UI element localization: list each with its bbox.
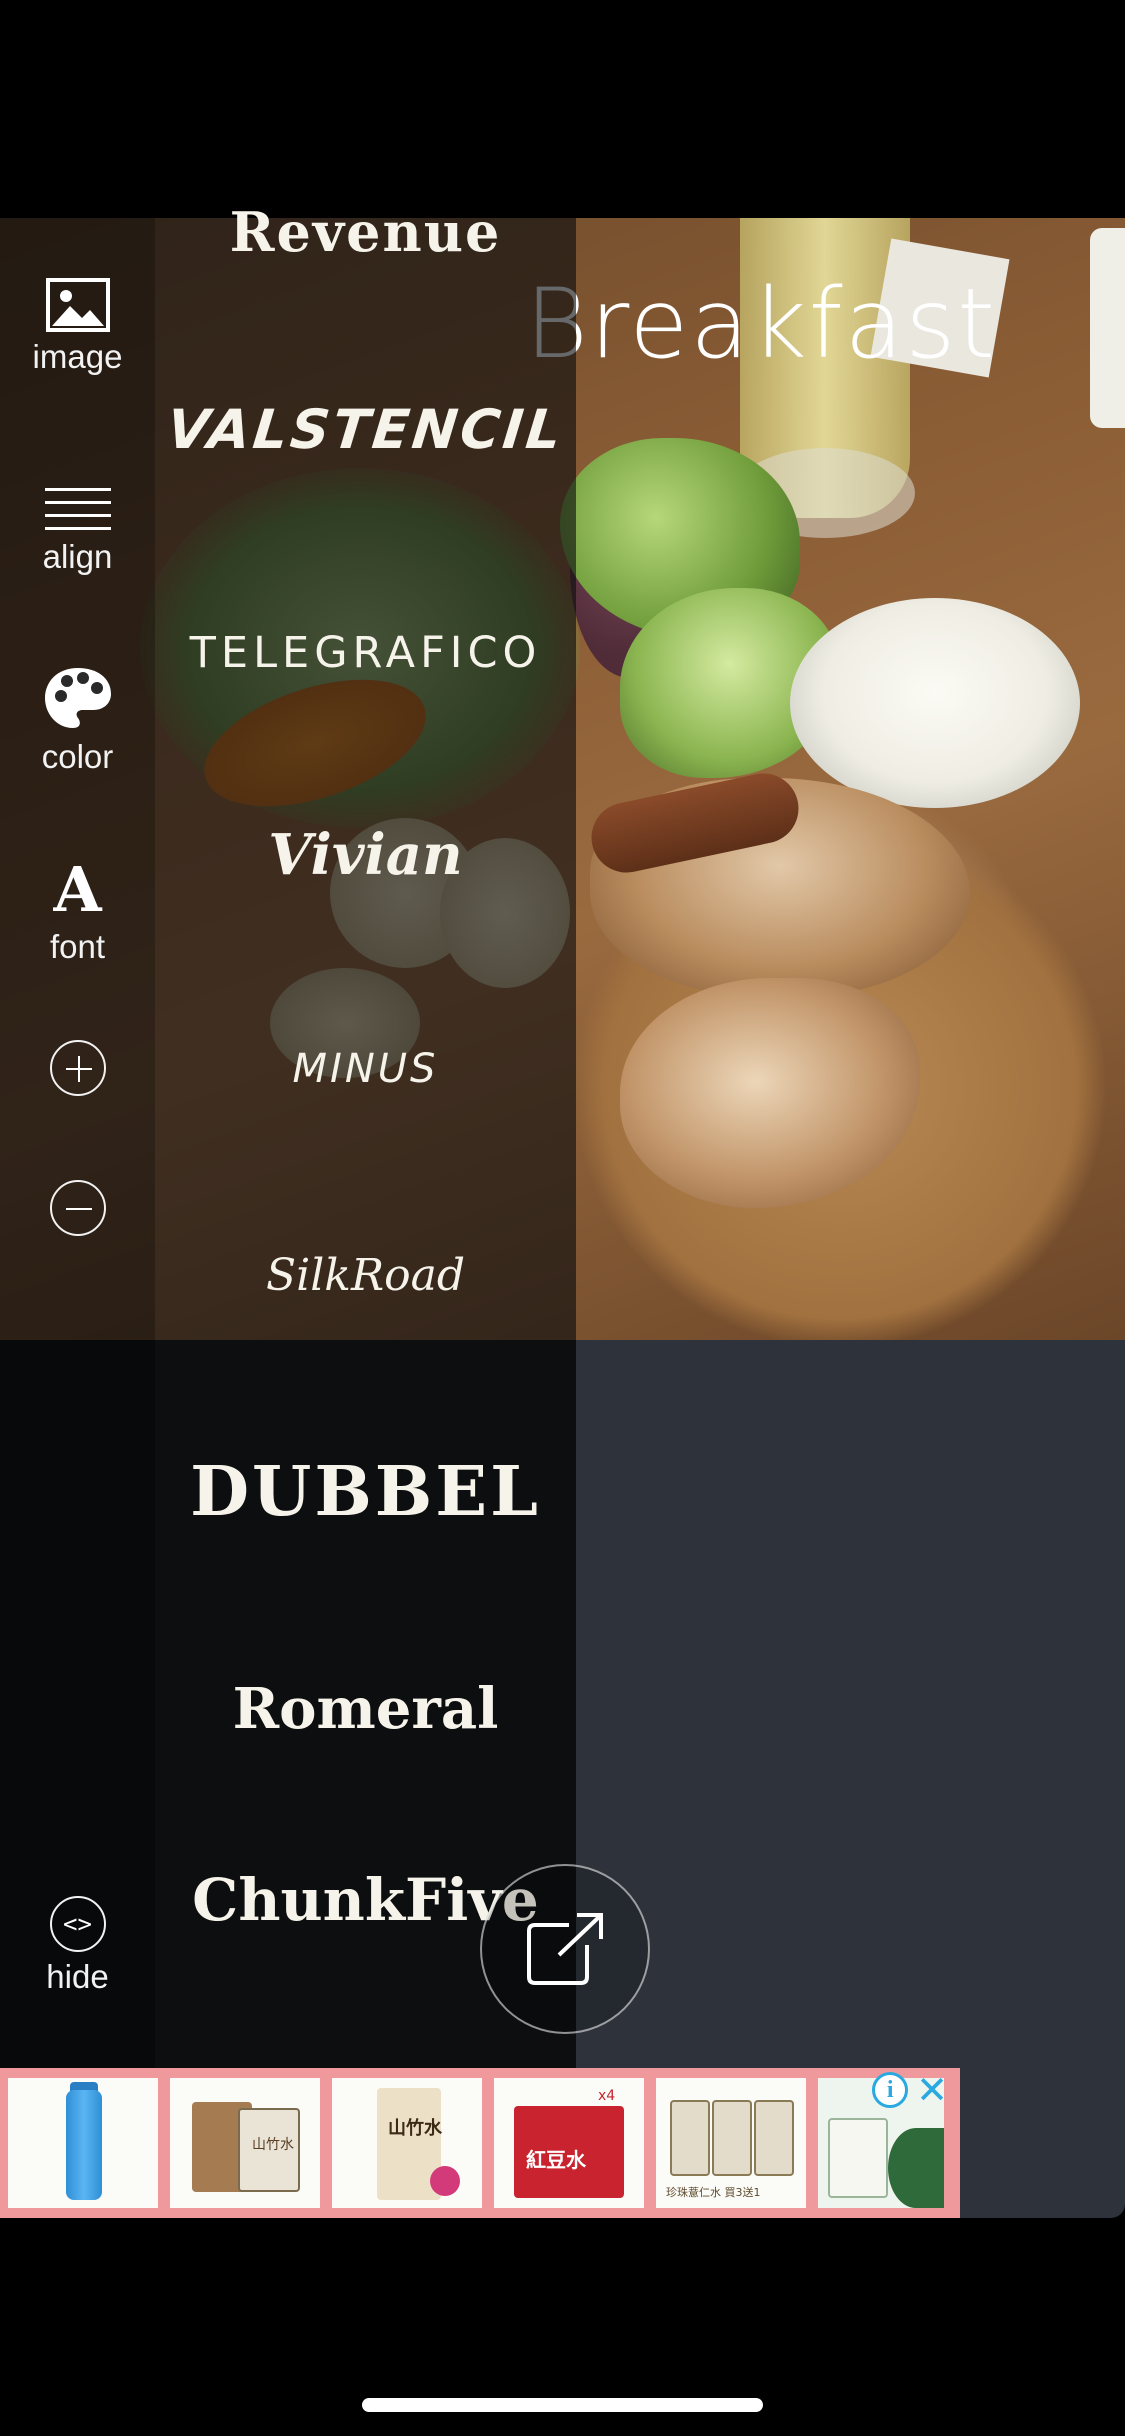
ad-product-red-bean-water-gift-box[interactable]: x4 紅豆水 <box>494 2078 644 2208</box>
ad-product-yam-drink-box[interactable]: 山竹水 <box>170 2078 320 2208</box>
home-indicator[interactable] <box>362 2398 763 2412</box>
font-a-icon: A <box>53 853 102 926</box>
increase-size-button[interactable] <box>0 1040 155 1096</box>
photo-cup <box>1090 228 1125 428</box>
plus-circle-icon <box>49 1040 106 1096</box>
font-option-minus[interactable]: MINUS <box>155 1046 576 1092</box>
ad-banner[interactable]: 山竹水 山竹水 x4 紅豆水 珍珠薏仁水 買3送1 i ✕ <box>0 2068 960 2218</box>
product-badge-icon <box>430 2166 460 2196</box>
hide-panel-button[interactable]: <> hide <box>0 1896 155 1996</box>
font-option-telegrafico[interactable]: TELEGRAFICO <box>155 628 576 678</box>
align-tool-label: align <box>42 538 113 575</box>
ad-product-pearl-barley-water-boxes[interactable]: 珍珠薏仁水 買3送1 <box>656 2078 806 2208</box>
font-tool-button[interactable]: A font <box>0 858 155 966</box>
font-tool-label: font <box>49 928 106 965</box>
minus-circle-icon <box>49 1180 106 1236</box>
product-box-icon <box>754 2100 794 2176</box>
code-brackets-icon: <> <box>49 1896 106 1952</box>
product-box-icon <box>670 2100 710 2176</box>
ad-choices[interactable]: i ✕ <box>872 2071 948 2109</box>
color-tool-label: color <box>41 738 114 775</box>
photo-chicken <box>620 978 920 1208</box>
palette-icon <box>44 668 111 728</box>
water-bottle-icon <box>66 2090 102 2200</box>
decrease-size-button[interactable] <box>0 1180 155 1236</box>
ad-tile-5-text: 珍珠薏仁水 買3送1 <box>666 2186 761 2199</box>
ad-tile-4-text: 紅豆水 <box>526 2148 586 2172</box>
product-box-icon <box>712 2100 752 2176</box>
top-bar <box>0 0 1125 218</box>
font-option-revenue[interactable]: Revenue <box>155 200 576 264</box>
font-option-dubbel[interactable]: DUBBEL <box>155 1452 576 1532</box>
image-icon <box>45 278 110 332</box>
share-export-icon <box>527 1913 603 1985</box>
color-tool-button[interactable]: color <box>0 666 155 776</box>
image-tool-label: image <box>32 338 123 375</box>
align-tool-button[interactable]: align <box>0 486 155 576</box>
image-tool-button[interactable]: image <box>0 278 155 376</box>
ad-info-icon[interactable]: i <box>872 2072 909 2108</box>
hide-tool-label: hide <box>46 1958 109 1995</box>
product-box-icon <box>828 2118 888 2198</box>
ad-tile-4-badge: x4 <box>598 2088 616 2104</box>
ad-product-water-bottle[interactable] <box>8 2078 158 2208</box>
ad-close-icon[interactable]: ✕ <box>916 2071 948 2109</box>
menu-lines-icon <box>44 488 111 530</box>
ad-product-yam-drink-pack[interactable]: 山竹水 <box>332 2078 482 2208</box>
font-option-vivian[interactable]: Vivian <box>155 822 576 888</box>
canvas-title-text[interactable]: Breakfast <box>525 268 997 380</box>
photo-sauce-bowl <box>790 598 1080 808</box>
leaf-icon <box>888 2128 944 2208</box>
font-option-romeral[interactable]: Romeral <box>155 1676 576 1742</box>
ad-tile-2-text: 山竹水 <box>252 2137 294 2153</box>
font-option-valstencil[interactable]: VALSTENCIL <box>152 398 580 461</box>
share-button[interactable] <box>480 1864 650 2034</box>
ad-tile-3-text: 山竹水 <box>388 2118 442 2139</box>
font-option-silkroad[interactable]: SilkRoad <box>155 1250 576 1301</box>
toolbar-overlay <box>0 218 155 1340</box>
